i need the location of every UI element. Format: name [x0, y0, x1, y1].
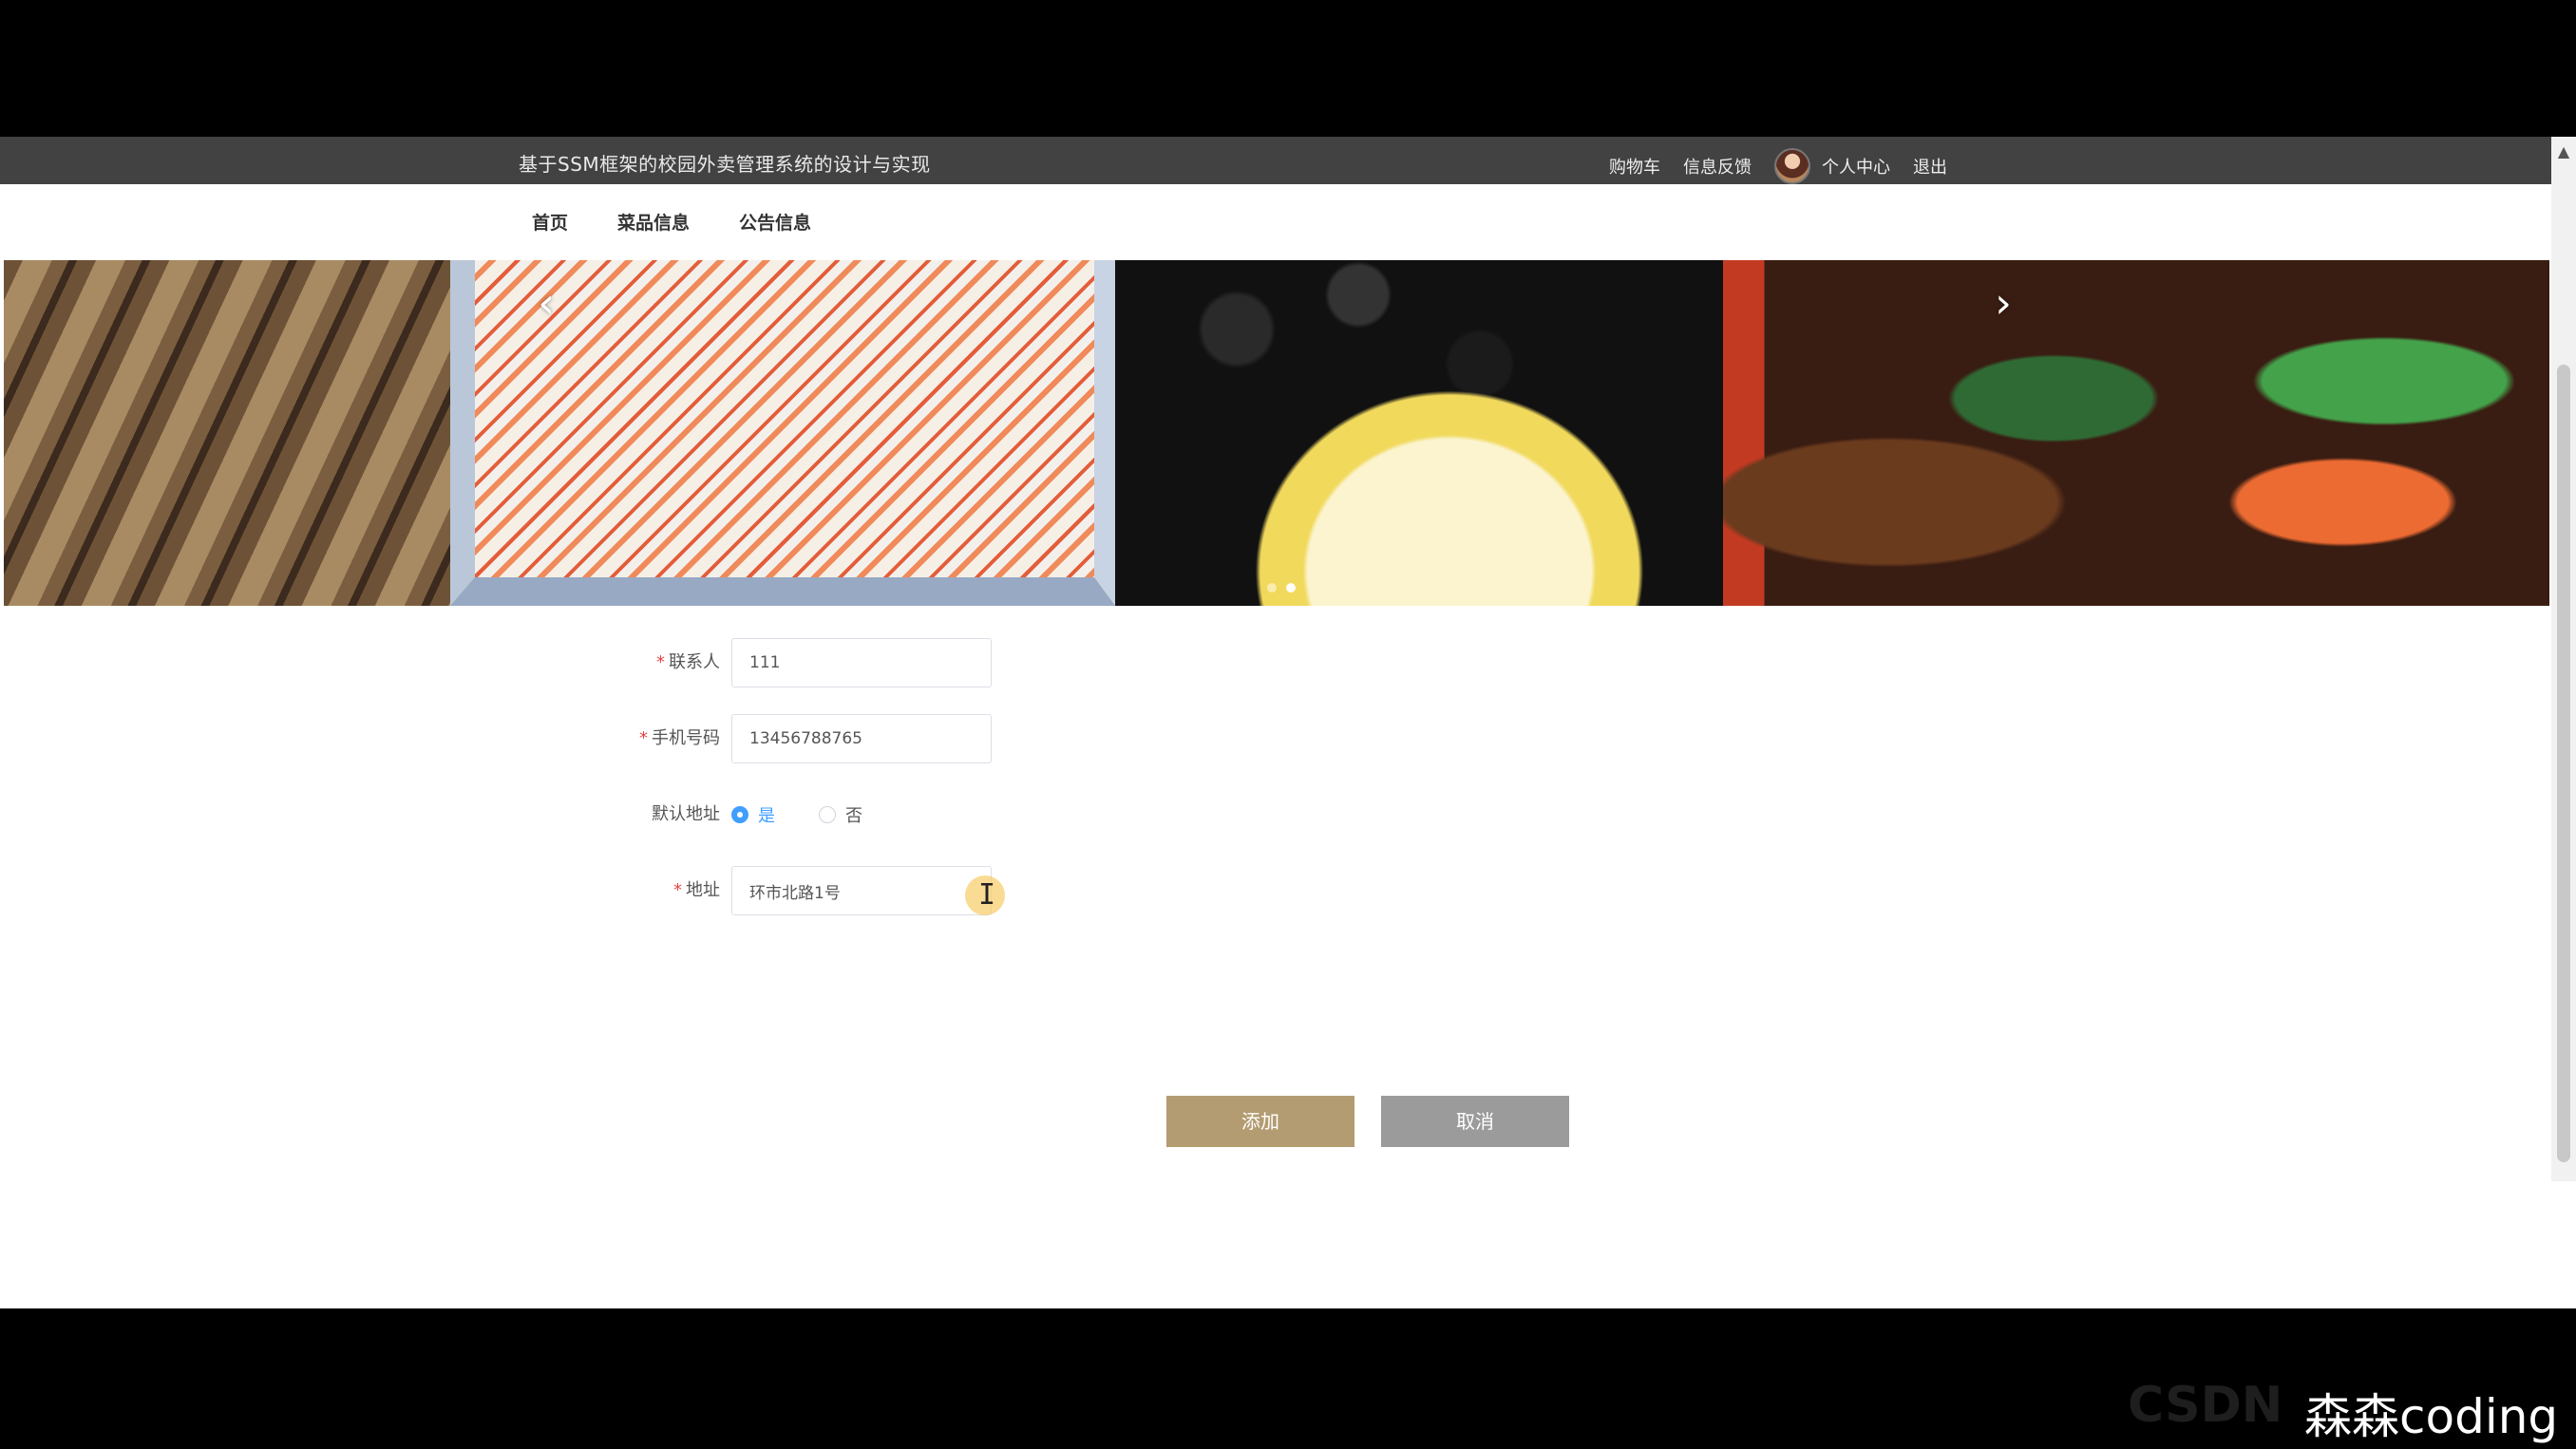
banner-image-vegetables: [1723, 260, 2549, 606]
required-mark: *: [673, 880, 682, 900]
cart-link[interactable]: 购物车: [1609, 154, 1660, 179]
contact-row: * 联系人: [0, 638, 1045, 687]
chevron-right-icon[interactable]: ›: [1989, 283, 2017, 325]
banner-dots: [1267, 583, 1296, 593]
web-page: 基于SSM框架的校园外卖管理系统的设计与实现 购物车 信息反馈 个人中心 退出 …: [0, 137, 2576, 1308]
avatar[interactable]: [1774, 148, 1810, 184]
radio-no-label: 否: [845, 806, 862, 826]
nav-item-announcements[interactable]: 公告信息: [739, 209, 811, 235]
text-cursor-icon: I: [978, 878, 996, 912]
contact-input[interactable]: [731, 638, 992, 687]
address-row: * 地址: [0, 866, 1045, 915]
scroll-up-arrow-icon[interactable]: ▲: [2551, 142, 2576, 163]
default-address-radio-group: 是 否: [731, 790, 862, 839]
nav-item-home[interactable]: 首页: [532, 209, 568, 235]
default-address-row: 默认地址 是 否: [0, 790, 1045, 839]
required-mark: *: [656, 652, 665, 672]
chevron-left-icon[interactable]: ‹: [532, 283, 560, 325]
cancel-button[interactable]: 取消: [1381, 1096, 1569, 1147]
phone-label-text: 手机号码: [652, 728, 720, 748]
radio-yes[interactable]: 是: [731, 802, 775, 827]
topbar-links: 购物车 信息反馈 个人中心 退出: [1609, 148, 1947, 184]
author-watermark: 森森coding: [2304, 1389, 2559, 1444]
site-title: 基于SSM框架的校园外卖管理系统的设计与实现: [519, 153, 931, 176]
address-label: * 地址: [492, 866, 720, 915]
banner-dot-2[interactable]: [1286, 583, 1296, 593]
banner-image-burdock: [4, 260, 450, 606]
address-input[interactable]: [731, 866, 992, 915]
page-scrollbar[interactable]: ▲: [2551, 137, 2576, 1181]
csdn-watermark: CSDN: [2128, 1377, 2283, 1434]
scroll-thumb[interactable]: [2557, 365, 2570, 1162]
radio-yes-label: 是: [758, 806, 775, 826]
address-label-text: 地址: [686, 880, 720, 900]
add-button[interactable]: 添加: [1166, 1096, 1354, 1147]
default-address-label: 默认地址: [652, 804, 720, 824]
screen: 基于SSM框架的校园外卖管理系统的设计与实现 购物车 信息反馈 个人中心 退出 …: [0, 0, 2576, 1449]
nav-item-dishes[interactable]: 菜品信息: [617, 209, 690, 235]
profile-link[interactable]: 个人中心: [1822, 154, 1890, 179]
main-nav: 首页 菜品信息 公告信息: [0, 184, 2555, 260]
logout-link[interactable]: 退出: [1913, 154, 1947, 179]
feedback-link[interactable]: 信息反馈: [1683, 154, 1752, 179]
phone-input[interactable]: [731, 714, 992, 763]
required-mark: *: [639, 728, 648, 748]
radio-no[interactable]: 否: [819, 802, 862, 827]
nav-items: 首页 菜品信息 公告信息: [532, 209, 811, 235]
phone-label: * 手机号码: [492, 714, 720, 763]
top-bar: 基于SSM框架的校园外卖管理系统的设计与实现 购物车 信息反馈 个人中心 退出: [0, 137, 2555, 184]
contact-label: * 联系人: [492, 638, 720, 687]
banner-image-black-beans: [1115, 260, 1723, 606]
radio-checked-icon: [731, 806, 748, 823]
banner-dot-1[interactable]: [1267, 583, 1277, 593]
contact-label-text: 联系人: [669, 652, 720, 672]
radio-unchecked-icon: [819, 806, 836, 823]
banner-carousel[interactable]: ‹ ›: [4, 260, 2549, 606]
phone-row: * 手机号码: [0, 714, 1045, 763]
